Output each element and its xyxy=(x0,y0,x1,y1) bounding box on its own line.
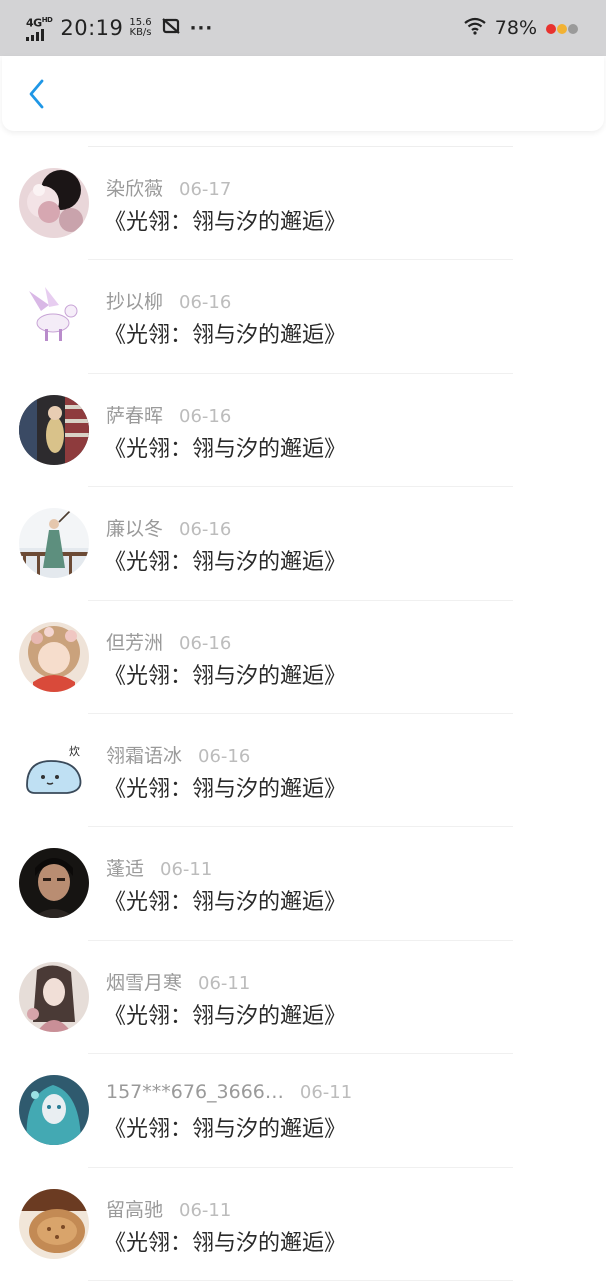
list-item[interactable]: 染欣薇 06-17 《光翎：翎与汐的邂逅》 xyxy=(0,147,606,261)
item-meta: 廉以冬 06-16 xyxy=(106,514,231,541)
list-item[interactable]: 留高驰 06-11 《光翎：翎与汐的邂逅》 xyxy=(0,1168,606,1281)
book-title[interactable]: 《光翎：翎与汐的邂逅》 xyxy=(104,1111,346,1143)
user-name[interactable]: 翎霜语冰 xyxy=(106,741,182,768)
battery-level: 78% xyxy=(494,17,537,39)
item-meta: 染欣薇 06-17 xyxy=(106,174,231,201)
clock: 20:19 xyxy=(60,16,124,40)
avatar[interactable] xyxy=(19,621,89,692)
user-name[interactable]: 留高驰 xyxy=(106,1195,163,1222)
user-name[interactable]: 157***676_3666… xyxy=(106,1081,284,1103)
avatar[interactable] xyxy=(19,1188,89,1259)
user-name[interactable]: 但芳洲 xyxy=(106,628,163,655)
book-title[interactable]: 《光翎：翎与汐的邂逅》 xyxy=(104,204,346,236)
book-title[interactable]: 《光翎：翎与汐的邂逅》 xyxy=(104,317,346,349)
item-meta: 翎霜语冰 06-16 xyxy=(106,741,250,768)
svg-text:炊: 炊 xyxy=(69,745,80,758)
wifi-icon xyxy=(463,17,487,39)
avatar[interactable] xyxy=(19,961,89,1032)
list-item[interactable]: 157***676_3666… 06-11 《光翎：翎与汐的邂逅》 xyxy=(0,1054,606,1168)
back-button[interactable] xyxy=(22,74,52,114)
book-title[interactable]: 《光翎：翎与汐的邂逅》 xyxy=(104,884,346,916)
item-date: 06-17 xyxy=(179,179,232,200)
avatar[interactable] xyxy=(19,1075,89,1146)
avatar[interactable] xyxy=(19,168,89,238)
list-item[interactable]: 炊 翎霜语冰 06-16 《光翎：翎与汐的邂逅》 xyxy=(0,714,606,828)
item-date: 06-16 xyxy=(179,405,232,427)
item-date: 06-16 xyxy=(179,292,232,314)
avatar[interactable] xyxy=(19,394,89,465)
reader-list: 染欣薇 06-17 《光翎：翎与汐的邂逅》 抄以柳 06-16 《光翎：翎与汐的… xyxy=(0,146,606,1281)
item-meta: 蓬适 06-11 xyxy=(106,854,212,881)
red-dot-icon xyxy=(546,23,556,34)
item-meta: 但芳洲 06-16 xyxy=(106,628,231,655)
item-date: 06-16 xyxy=(179,632,232,654)
list-item[interactable]: 廉以冬 06-16 《光翎：翎与汐的邂逅》 xyxy=(0,487,606,601)
item-meta: 留高驰 06-11 xyxy=(106,1195,231,1222)
network-type: 4G xyxy=(26,16,42,30)
user-name[interactable]: 萨春晖 xyxy=(106,401,163,428)
item-meta: 157***676_3666… 06-11 xyxy=(106,1081,352,1103)
book-title[interactable]: 《光翎：翎与汐的邂逅》 xyxy=(104,998,346,1030)
item-meta: 萨春晖 06-16 xyxy=(106,401,231,428)
user-name[interactable]: 抄以柳 xyxy=(106,287,163,314)
cellular-signal-icon: 4GHD xyxy=(26,15,53,42)
user-name[interactable]: 廉以冬 xyxy=(106,514,163,541)
list-item[interactable]: 蓬适 06-11 《光翎：翎与汐的邂逅》 xyxy=(0,827,606,941)
network-speed-unit: KB/s xyxy=(129,27,152,38)
item-date: 06-11 xyxy=(299,1082,353,1104)
gray-dot-icon xyxy=(568,23,578,34)
user-name[interactable]: 染欣薇 xyxy=(106,174,163,201)
item-date: 06-11 xyxy=(198,972,251,994)
avatar[interactable]: 炊 xyxy=(19,734,89,805)
more-notifications-icon: ··· xyxy=(189,17,214,39)
list-item[interactable]: 萨春晖 06-16 《光翎：翎与汐的邂逅》 xyxy=(0,374,606,488)
book-title[interactable]: 《光翎：翎与汐的邂逅》 xyxy=(104,658,346,690)
status-bar: 4GHD 20:19 15.6 KB/s ··· 78% xyxy=(0,0,606,56)
network-hd-label: HD xyxy=(41,15,53,24)
list-item[interactable]: 但芳洲 06-16 《光翎：翎与汐的邂逅》 xyxy=(0,601,606,714)
system-dots-icon xyxy=(545,19,578,38)
item-date: 06-11 xyxy=(179,1199,232,1221)
yellow-dot-icon xyxy=(557,23,567,34)
no-sim-notification-icon xyxy=(161,18,180,38)
book-title[interactable]: 《光翎：翎与汐的邂逅》 xyxy=(104,771,346,803)
avatar[interactable] xyxy=(19,848,89,919)
item-meta: 抄以柳 06-16 xyxy=(106,287,231,314)
network-speed: 15.6 KB/s xyxy=(129,18,151,38)
chevron-left-icon xyxy=(29,79,44,108)
book-title[interactable]: 《光翎：翎与汐的邂逅》 xyxy=(104,544,346,576)
item-date: 06-16 xyxy=(198,745,251,767)
user-name[interactable]: 蓬适 xyxy=(106,854,144,881)
item-date: 06-11 xyxy=(160,859,213,881)
book-title[interactable]: 《光翎：翎与汐的邂逅》 xyxy=(104,1225,346,1257)
nav-bar xyxy=(2,56,604,131)
status-bar-left: 4GHD 20:19 15.6 KB/s ··· xyxy=(26,15,213,42)
list-item[interactable]: 抄以柳 06-16 《光翎：翎与汐的邂逅》 xyxy=(0,260,606,374)
status-bar-right: 78% xyxy=(463,17,578,39)
item-date: 06-16 xyxy=(179,519,232,541)
book-title[interactable]: 《光翎：翎与汐的邂逅》 xyxy=(104,431,346,463)
avatar[interactable] xyxy=(19,508,89,579)
user-name[interactable]: 烟雪月寒 xyxy=(106,968,182,995)
avatar[interactable] xyxy=(19,281,89,352)
list-item[interactable]: 烟雪月寒 06-11 《光翎：翎与汐的邂逅》 xyxy=(0,941,606,1055)
item-meta: 烟雪月寒 06-11 xyxy=(106,968,250,995)
